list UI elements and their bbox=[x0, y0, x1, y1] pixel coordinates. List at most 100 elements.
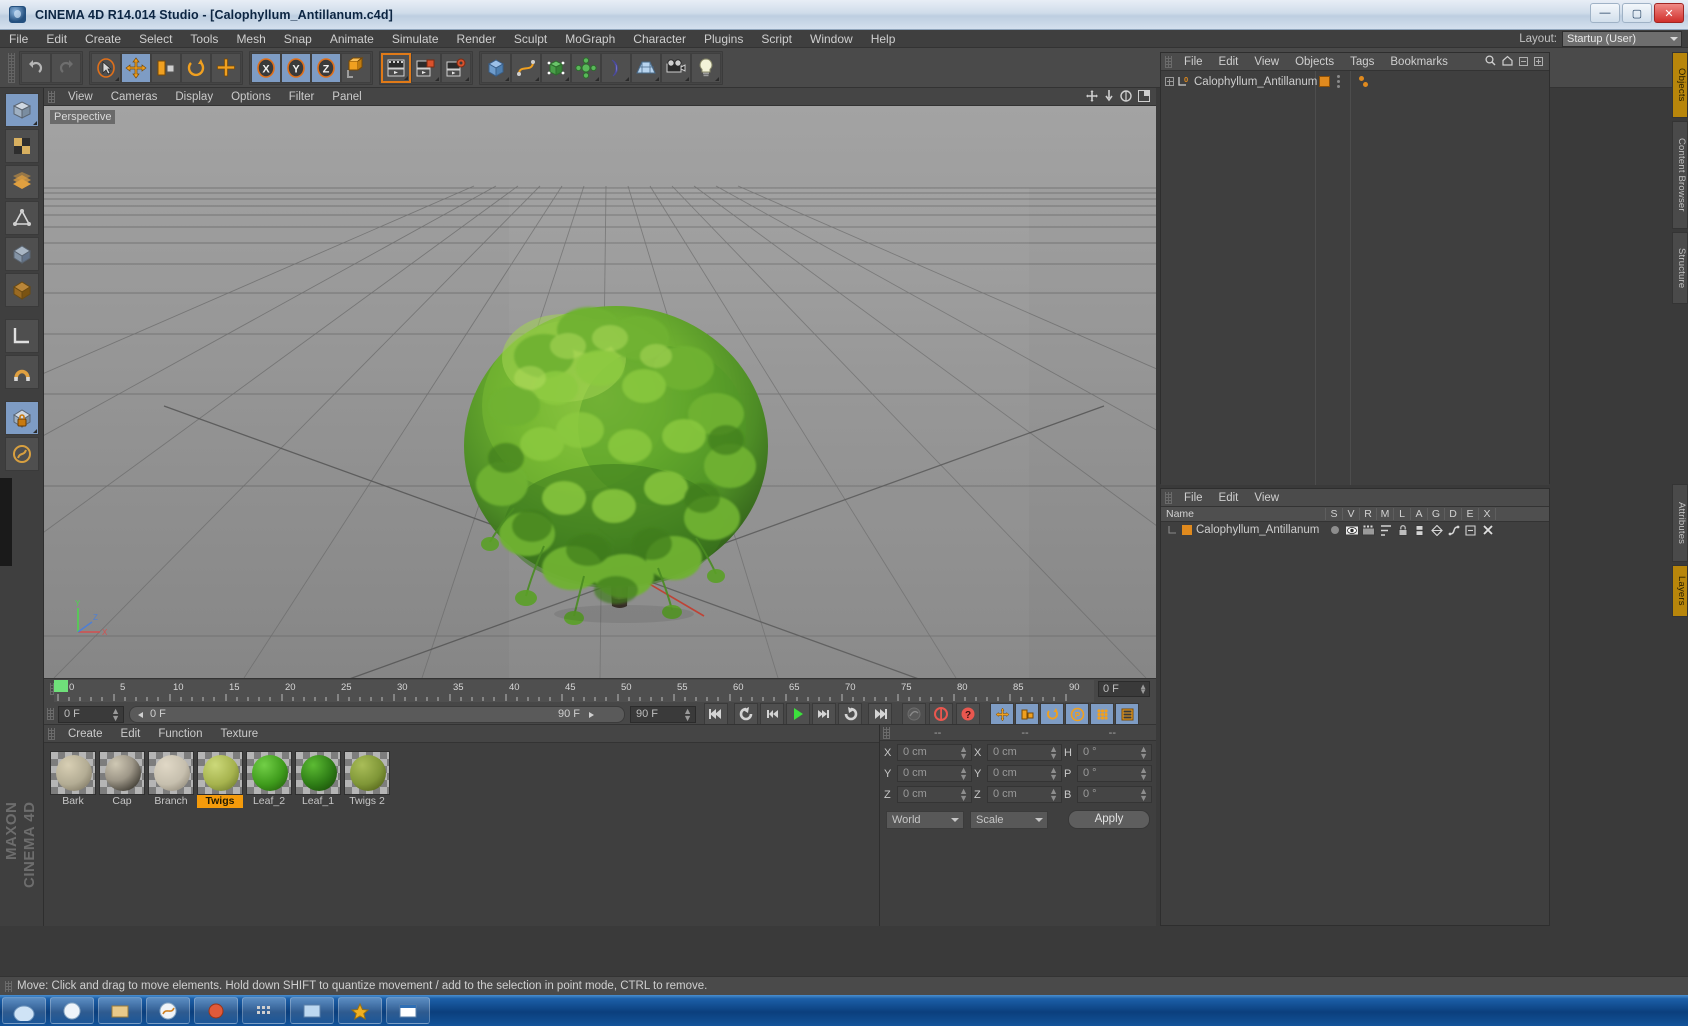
coordinate-system-dropdown[interactable]: World bbox=[886, 810, 964, 829]
taskbar-item-2[interactable] bbox=[50, 997, 94, 1024]
step-back-icon[interactable] bbox=[760, 703, 784, 725]
menu-simulate[interactable]: Simulate bbox=[383, 30, 448, 48]
key-rotation-icon[interactable] bbox=[1040, 703, 1064, 725]
stepper-icon[interactable]: ▲ ▼ bbox=[959, 766, 968, 782]
viewport-solo-icon[interactable] bbox=[4, 437, 39, 471]
coord-field-pos-z[interactable]: 0 cm ▲ ▼ bbox=[897, 786, 972, 803]
polygons-mode-icon[interactable] bbox=[4, 237, 39, 271]
collapse-icon[interactable] bbox=[1519, 55, 1528, 69]
go-to-start-icon[interactable] bbox=[704, 703, 728, 725]
y-axis-lock-icon[interactable]: Y bbox=[281, 52, 311, 83]
go-to-end-icon[interactable] bbox=[868, 703, 892, 725]
material-menu-edit[interactable]: Edit bbox=[112, 725, 150, 743]
close-button[interactable]: ✕ bbox=[1654, 3, 1684, 23]
viewport-menu-grip[interactable] bbox=[48, 90, 55, 103]
stepper-icon[interactable]: ▲ ▼ bbox=[1139, 745, 1148, 761]
stepper-icon[interactable]: ▲ ▼ bbox=[959, 745, 968, 761]
coord-field-rot-p[interactable]: 0 ° ▲ ▼ bbox=[1077, 765, 1152, 782]
move-tool-icon[interactable] bbox=[121, 52, 151, 83]
material-tag-icon[interactable] bbox=[1319, 76, 1330, 87]
toolbar-grip[interactable] bbox=[8, 52, 15, 83]
material-item-bark[interactable]: Bark bbox=[50, 751, 96, 808]
menu-mograph[interactable]: MoGraph bbox=[556, 30, 624, 48]
taskbar-item-6[interactable] bbox=[242, 997, 286, 1024]
menu-select[interactable]: Select bbox=[130, 30, 181, 48]
edges-mode-icon[interactable] bbox=[4, 201, 39, 235]
material-item-twigs2[interactable]: Twigs 2 bbox=[344, 751, 390, 808]
expand-icon[interactable] bbox=[1534, 55, 1543, 69]
menu-file[interactable]: File bbox=[0, 30, 37, 48]
menu-snap[interactable]: Snap bbox=[275, 30, 321, 48]
menu-render[interactable]: Render bbox=[448, 30, 505, 48]
layer-expression-cell[interactable] bbox=[1462, 524, 1479, 536]
object-menu-edit[interactable]: Edit bbox=[1211, 53, 1247, 71]
object-tree[interactable]: 0 Calophyllum_Antillanum bbox=[1161, 71, 1549, 485]
maximize-button[interactable]: ▢ bbox=[1622, 3, 1652, 23]
coordinates-grip[interactable] bbox=[883, 726, 890, 739]
taskbar-item-4[interactable] bbox=[146, 997, 190, 1024]
layer-solo-cell[interactable] bbox=[1326, 525, 1343, 535]
live-selection-icon[interactable] bbox=[91, 52, 121, 83]
timeline-current-frame-field[interactable]: 0 F ▲ ▼ bbox=[1098, 681, 1150, 697]
render-view-icon[interactable] bbox=[381, 52, 411, 83]
stepper-icon[interactable]: ▲ ▼ bbox=[1139, 766, 1148, 782]
key-parameter-icon[interactable]: P bbox=[1065, 703, 1089, 725]
side-tab-layers[interactable]: Layers bbox=[1672, 565, 1688, 617]
taskbar-item-8[interactable] bbox=[338, 997, 382, 1024]
pan-viewport-icon[interactable] bbox=[1086, 90, 1098, 105]
coord-field-rot-b[interactable]: 0 ° ▲ ▼ bbox=[1077, 786, 1152, 803]
camera-icon[interactable] bbox=[661, 52, 691, 83]
mograph-array-icon[interactable] bbox=[571, 52, 601, 83]
enable-axis-icon[interactable] bbox=[4, 401, 39, 435]
undo-icon[interactable] bbox=[21, 52, 51, 83]
workplane-icon[interactable] bbox=[4, 319, 39, 353]
layer-color-swatch[interactable] bbox=[1182, 525, 1192, 535]
taskbar-item-5[interactable] bbox=[194, 997, 238, 1024]
menu-window[interactable]: Window bbox=[801, 30, 862, 48]
cube-primitive-icon[interactable] bbox=[481, 52, 511, 83]
material-item-branch[interactable]: Branch bbox=[148, 751, 194, 808]
taskbar-item-1[interactable] bbox=[2, 997, 46, 1024]
object-menu-bookmarks[interactable]: Bookmarks bbox=[1382, 53, 1456, 71]
coord-field-size-y[interactable]: 0 cm ▲ ▼ bbox=[987, 765, 1062, 782]
menu-sculpt[interactable]: Sculpt bbox=[505, 30, 556, 48]
menu-edit[interactable]: Edit bbox=[37, 30, 76, 48]
layers-menu-file[interactable]: File bbox=[1176, 489, 1211, 507]
viewport-menu-display[interactable]: Display bbox=[166, 88, 222, 106]
layer-render-cell[interactable] bbox=[1360, 525, 1377, 536]
keyframe-selection-icon[interactable]: ? bbox=[956, 703, 980, 725]
frame-start-field[interactable]: 0 F ▲ ▼ bbox=[58, 705, 124, 723]
z-axis-lock-icon[interactable]: Z bbox=[311, 52, 341, 83]
object-tree-row[interactable]: 0 Calophyllum_Antillanum bbox=[1161, 73, 1549, 90]
menu-mesh[interactable]: Mesh bbox=[227, 30, 274, 48]
layers-menu-grip[interactable] bbox=[1165, 491, 1172, 504]
table-row[interactable]: Calophyllum_Antillanum bbox=[1161, 522, 1549, 538]
toggle-layout-icon[interactable] bbox=[1138, 90, 1150, 105]
record-active-objects-icon[interactable] bbox=[929, 703, 953, 725]
viewport-menu-view[interactable]: View bbox=[59, 88, 102, 106]
menu-help[interactable]: Help bbox=[862, 30, 905, 48]
key-pla-icon[interactable] bbox=[1090, 703, 1114, 725]
stepper-icon[interactable]: ▲ ▼ bbox=[683, 706, 692, 722]
stepper-icon[interactable]: ▲ ▼ bbox=[1049, 745, 1058, 761]
taskbar-item-7[interactable] bbox=[290, 997, 334, 1024]
taskbar-item-9[interactable] bbox=[386, 997, 430, 1024]
world-object-axis-icon[interactable] bbox=[341, 52, 371, 83]
magnet-icon[interactable] bbox=[4, 355, 39, 389]
scale-tool-icon[interactable] bbox=[151, 52, 181, 83]
points-mode-icon[interactable] bbox=[4, 165, 39, 199]
side-tab-content-browser[interactable]: Content Browser bbox=[1672, 121, 1688, 229]
transport-grip[interactable] bbox=[47, 708, 54, 720]
coord-field-pos-y[interactable]: 0 cm ▲ ▼ bbox=[897, 765, 972, 782]
layer-lock-cell[interactable] bbox=[1394, 524, 1411, 536]
layer-animation-cell[interactable] bbox=[1411, 524, 1428, 536]
timeline-ruler[interactable]: 0 5 10 15 20 25 30 35 40 45 50 55 60 65 70 75 80 85 90 bbox=[54, 680, 1094, 702]
side-tab-objects[interactable]: Objects bbox=[1672, 52, 1688, 118]
apply-button[interactable]: Apply bbox=[1068, 810, 1150, 829]
redo-icon[interactable] bbox=[51, 52, 81, 83]
coord-field-size-x[interactable]: 0 cm ▲ ▼ bbox=[987, 744, 1062, 761]
layers-menu-edit[interactable]: Edit bbox=[1211, 489, 1247, 507]
coord-field-pos-x[interactable]: 0 cm ▲ ▼ bbox=[897, 744, 972, 761]
light-icon[interactable] bbox=[691, 52, 721, 83]
object-menu-file[interactable]: File bbox=[1176, 53, 1211, 71]
